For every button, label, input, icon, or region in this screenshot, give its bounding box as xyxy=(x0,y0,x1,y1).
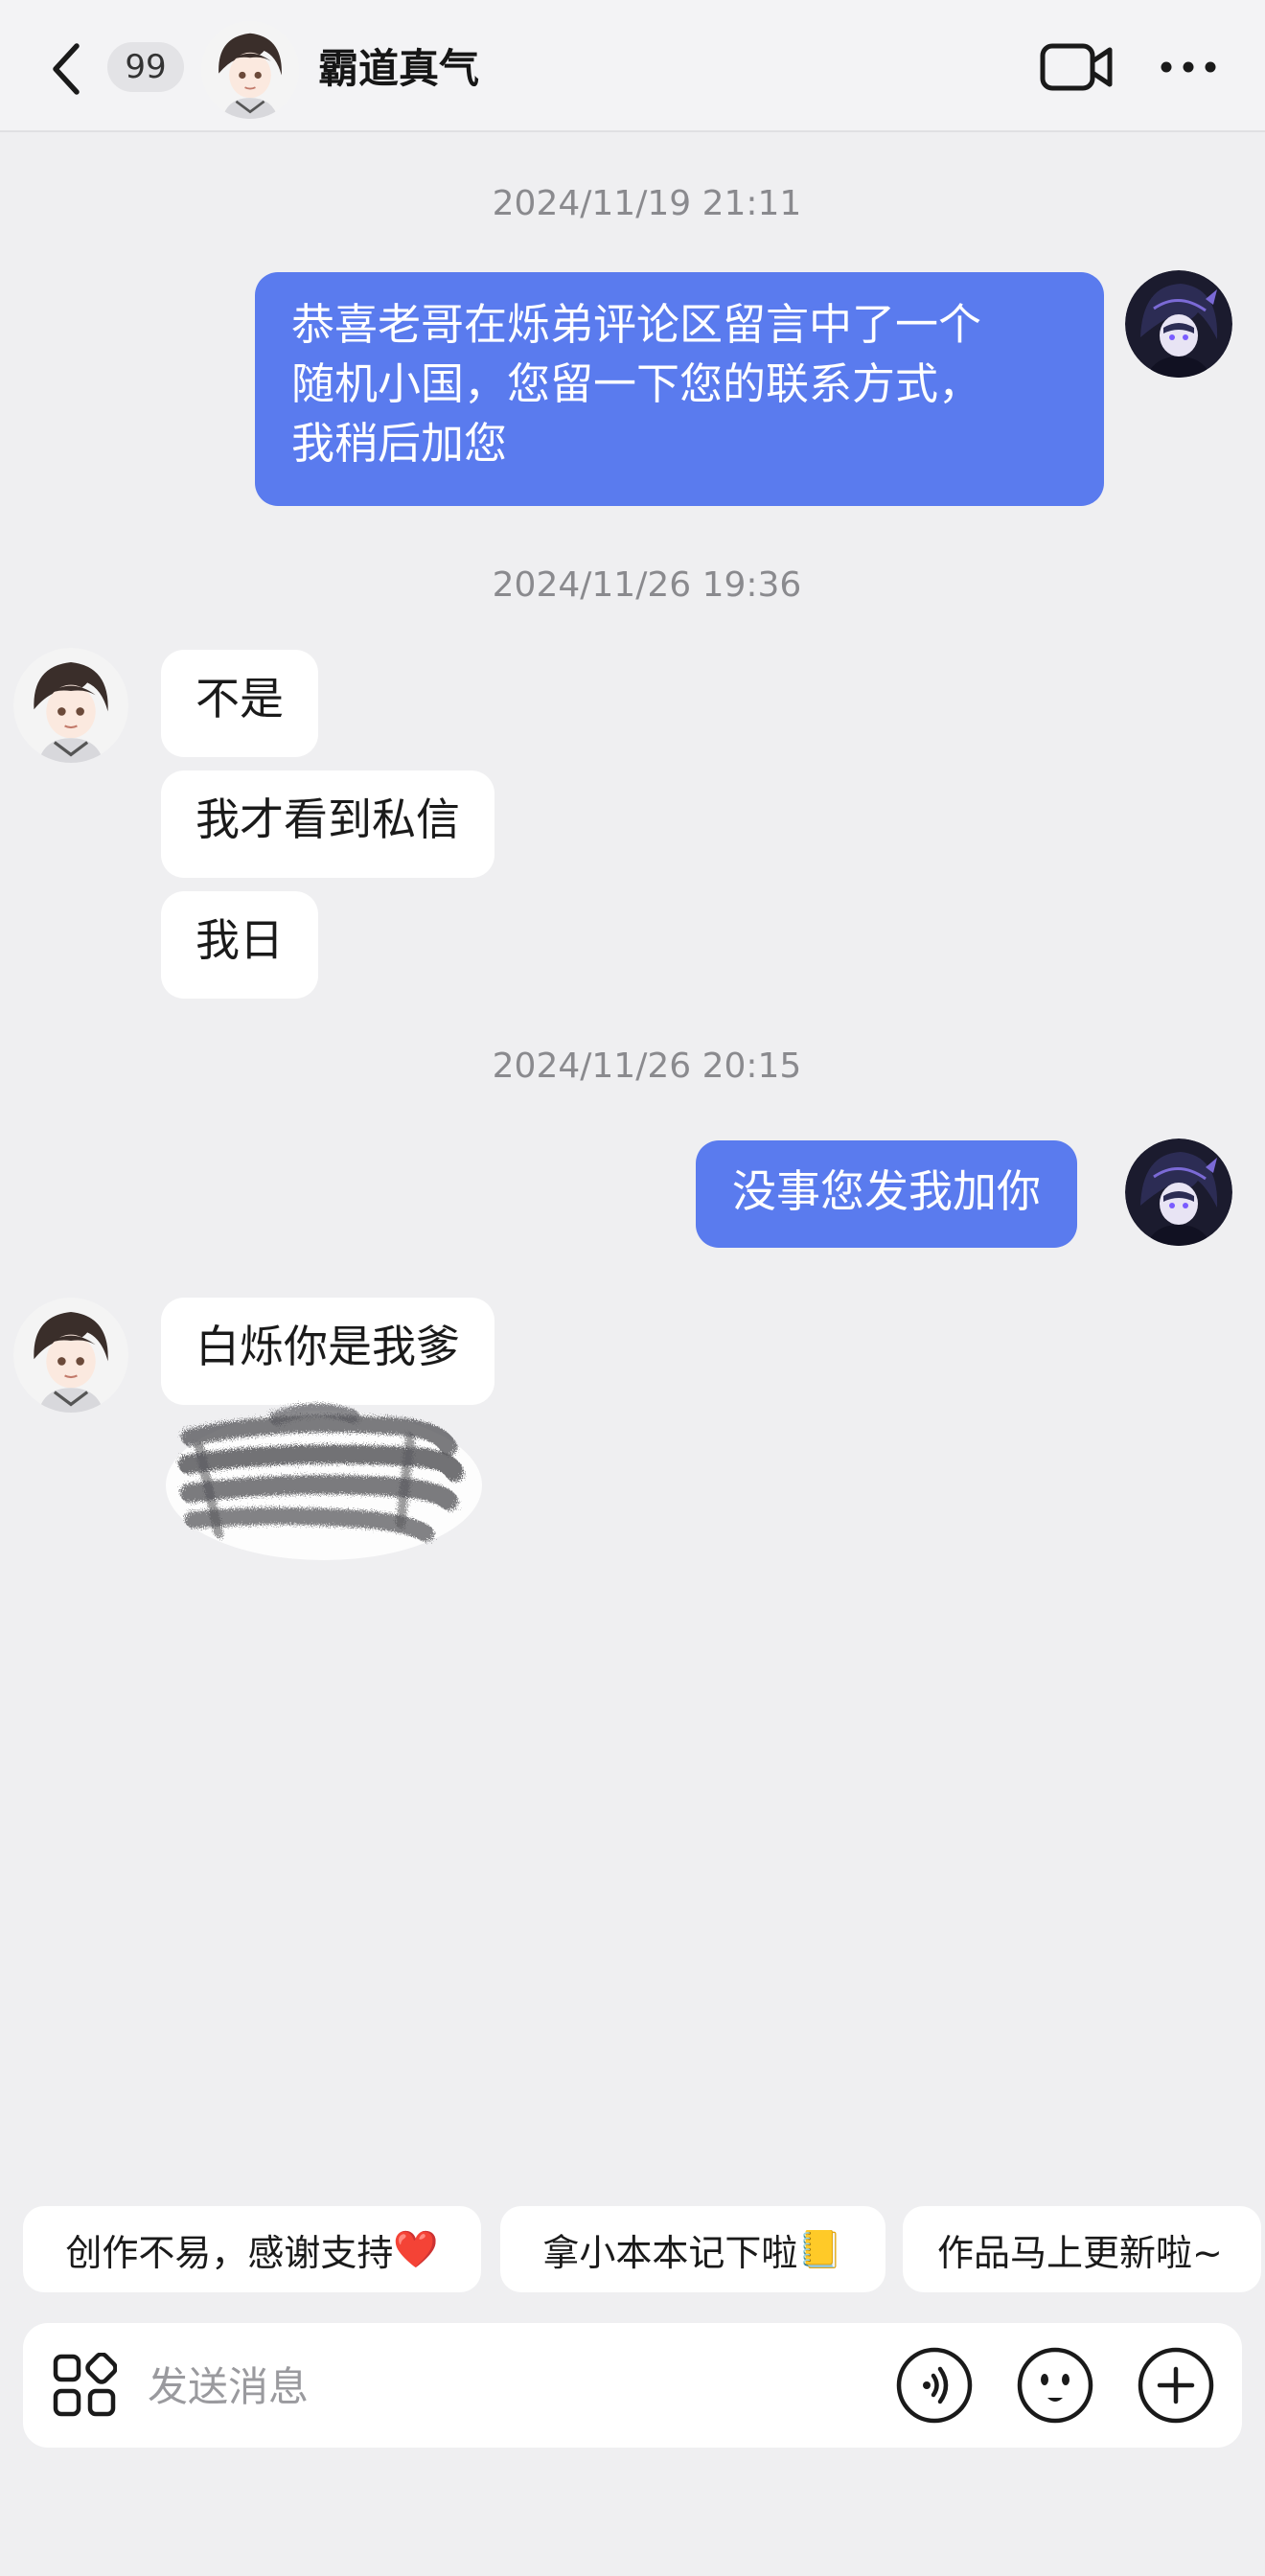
more-dots-icon xyxy=(1161,61,1216,73)
contact-message-avatar[interactable] xyxy=(13,648,128,763)
emoji-icon xyxy=(1017,2347,1093,2424)
message-input[interactable] xyxy=(146,2347,878,2426)
redacted-scribble-image[interactable] xyxy=(161,1380,487,1572)
incoming-message-bubble[interactable]: 不是 xyxy=(161,650,318,757)
quick-reply-text: 创作不易，感谢支持 xyxy=(65,2231,394,2274)
apps-grid-icon xyxy=(53,2352,118,2417)
contact-name[interactable]: 霸道真气 xyxy=(318,40,479,98)
my-avatar[interactable] xyxy=(1125,1138,1232,1246)
contact-avatar[interactable] xyxy=(201,21,299,119)
message-timestamp: 2024/11/26 20:15 xyxy=(492,1046,802,1086)
message-input-bar xyxy=(23,2323,1242,2448)
emoji-button[interactable] xyxy=(1016,2346,1094,2425)
contact-message-avatar[interactable] xyxy=(13,1298,128,1413)
message-line: 随机小国，您留一下您的联系方式， xyxy=(291,358,982,409)
outgoing-message-bubble[interactable]: 没事您发我加你 xyxy=(696,1140,1077,1248)
quick-reply-chip[interactable]: 作品马上更新啦~ xyxy=(903,2206,1261,2292)
voice-button[interactable] xyxy=(895,2346,974,2425)
chevron-left-icon xyxy=(53,43,80,95)
plus-button[interactable] xyxy=(1137,2346,1215,2425)
quick-reply-chip[interactable]: 创作不易，感谢支持 ❤️ xyxy=(23,2206,481,2292)
back-button[interactable] xyxy=(38,34,96,104)
heart-icon: ❤️ xyxy=(393,2227,439,2270)
message-line: 恭喜老哥在烁弟评论区留言中了一个 xyxy=(291,299,982,350)
more-options-button[interactable] xyxy=(1150,38,1227,96)
message-timestamp: 2024/11/26 19:36 xyxy=(492,565,802,605)
voice-icon xyxy=(896,2347,973,2424)
quick-reply-text: 拿小本本记下啦 xyxy=(542,2231,798,2274)
notebook-icon: 📒 xyxy=(797,2227,843,2270)
incoming-message-bubble[interactable]: 我日 xyxy=(161,891,318,999)
my-avatar[interactable] xyxy=(1125,270,1232,378)
message-timestamp: 2024/11/19 21:11 xyxy=(492,184,802,223)
quick-reply-text: 作品马上更新啦~ xyxy=(937,2231,1223,2274)
quick-reply-chip[interactable]: 拿小本本记下啦 📒 xyxy=(500,2206,886,2292)
apps-button[interactable] xyxy=(52,2352,118,2418)
chat-header: 99 霸道真气 xyxy=(0,0,1265,132)
outgoing-message-bubble[interactable]: 恭喜老哥在烁弟评论区留言中了一个 随机小国，您留一下您的联系方式， 我稍后加您 xyxy=(255,272,1104,506)
video-camera-icon xyxy=(1040,43,1113,91)
plus-icon xyxy=(1138,2347,1214,2424)
unread-count-badge[interactable]: 99 xyxy=(107,42,184,92)
incoming-message-bubble[interactable]: 我才看到私信 xyxy=(161,770,494,878)
video-call-button[interactable] xyxy=(1039,38,1116,96)
message-line: 我稍后加您 xyxy=(291,418,508,469)
